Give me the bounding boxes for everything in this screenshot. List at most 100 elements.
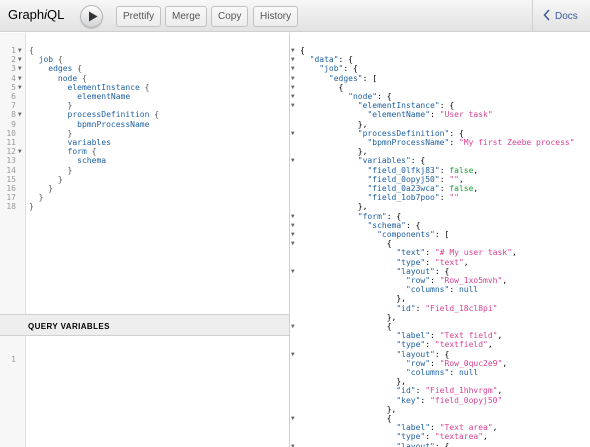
- result-line: "type": "textfield",: [396, 340, 493, 350]
- result-line: "type": "textarea",: [396, 432, 488, 442]
- result-line: "field_1ob7poo": "": [367, 193, 459, 203]
- result-line: "job": {: [319, 64, 358, 74]
- result-line: "columns": null: [405, 368, 479, 377]
- fold-marker-icon[interactable]: ▼: [291, 442, 295, 447]
- result-line: },: [300, 119, 368, 129]
- logo-text-ql: QL: [47, 7, 65, 22]
- query-line: node {: [57, 73, 87, 83]
- query-line: form {: [67, 147, 97, 157]
- result-line: },: [300, 294, 406, 304]
- fold-marker-icon[interactable]: ▼: [291, 156, 295, 165]
- result-line: "form": {: [357, 211, 402, 221]
- query-line: variables: [67, 138, 111, 147]
- query-line: }: [67, 165, 73, 175]
- copy-button[interactable]: Copy: [211, 6, 249, 27]
- history-button[interactable]: History: [253, 6, 299, 27]
- result-line: "field_0a23wca": false,: [367, 184, 479, 193]
- result-line: "schema": {: [367, 220, 421, 230]
- fold-marker-icon[interactable]: ▼: [291, 74, 295, 83]
- docs-button[interactable]: Docs: [532, 0, 590, 32]
- fold-marker-icon[interactable]: ▼: [291, 230, 295, 239]
- result-line: {: [300, 322, 392, 331]
- query-variables-header[interactable]: QUERY VARIABLES: [0, 314, 289, 336]
- query-variables-editor[interactable]: 1: [0, 336, 289, 447]
- fold-marker-icon[interactable]: ▼: [291, 64, 295, 73]
- result-line: "columns": null: [405, 285, 479, 295]
- query-line: elementInstance {: [67, 82, 150, 92]
- fold-marker-icon[interactable]: ▼: [291, 350, 295, 359]
- result-line: {: [300, 46, 305, 55]
- toolbar: GraphiQL Prettify Merge Copy History Doc…: [0, 0, 590, 32]
- query-editor[interactable]: 1 ▼ 2 ▼ 3 ▼ 4 ▼ 5 ▼ 6 7 8 ▼ 9 10 11 12 ▼ 13 14 15 16 17 18 { job…: [0, 33, 289, 314]
- fold-marker-icon[interactable]: ▼: [291, 129, 295, 138]
- fold-marker-icon[interactable]: ▼: [291, 239, 295, 248]
- query-line: schema: [77, 156, 107, 166]
- result-line: "layout": {: [396, 349, 450, 359]
- fold-marker-icon[interactable]: ▼: [291, 267, 295, 276]
- result-line: "elementName": "User task": [367, 110, 493, 120]
- query-line: edges {: [48, 64, 83, 74]
- query-line: }: [48, 184, 54, 193]
- result-line: "id": "Field_18cl8pi": [396, 303, 498, 313]
- fold-marker-icon[interactable]: ▼: [291, 55, 295, 64]
- query-line: job {: [38, 55, 63, 65]
- logo-text-graph: Graph: [8, 7, 45, 22]
- result-line: {: [300, 82, 344, 92]
- result-line: },: [300, 404, 397, 414]
- fold-marker-icon[interactable]: ▼: [291, 83, 295, 92]
- fold-marker-icon[interactable]: ▼: [291, 212, 295, 221]
- result-line: "label": "Text area",: [396, 423, 498, 433]
- result-line: "node": {: [348, 92, 392, 101]
- query-line: }: [67, 128, 73, 138]
- result-gutter: ▼ ▼ ▼ ▼ ▼ ▼ ▼ ▼ ▼ ▼ ▼ ▼ ▼ ▼ ▼ ▼ ▼ ▼: [290, 33, 298, 447]
- variables-gutter: 1: [0, 336, 26, 447]
- prettify-button[interactable]: Prettify: [116, 6, 162, 27]
- play-icon: [89, 11, 98, 22]
- query-line: {: [29, 46, 34, 55]
- result-line: "id": "Field_1hhvrgm",: [396, 386, 503, 396]
- query-line: }: [67, 101, 73, 111]
- editor-pane: 1 ▼ 2 ▼ 3 ▼ 4 ▼ 5 ▼ 6 7 8 ▼ 9 10 11 12 ▼ 13 14 15 16 17 18 { job…: [0, 33, 289, 447]
- result-line: "text": "# My user task",: [396, 248, 517, 258]
- result-line: "field_0lfkj83": false,: [367, 165, 479, 175]
- fold-marker-icon[interactable]: ▼: [291, 101, 295, 110]
- result-line: "type": "text",: [396, 257, 469, 267]
- result-line: "data": {: [309, 55, 353, 65]
- fold-marker-icon[interactable]: ▼: [291, 46, 295, 55]
- result-line: "variables": {: [357, 156, 426, 166]
- graphiql-logo: GraphiQL: [8, 7, 64, 22]
- result-line: "key": "field_0opyj50": [396, 395, 503, 405]
- query-line: elementName: [77, 92, 131, 101]
- result-line: {: [300, 414, 392, 423]
- result-line: "field_0opyj50": "",: [367, 174, 464, 184]
- fold-marker-icon[interactable]: ▼: [291, 414, 295, 423]
- result-line: "row": "Row_1xo5mvh",: [405, 276, 508, 285]
- result-line: "elementInstance": {: [357, 101, 455, 111]
- fold-marker-icon[interactable]: ▼: [291, 322, 295, 331]
- query-gutter: 1 ▼ 2 ▼ 3 ▼ 4 ▼ 5 ▼ 6 7 8 ▼ 9 10 11 12 ▼ 13 14 15 16 17 18: [0, 33, 26, 314]
- query-variables-title: QUERY VARIABLES: [28, 322, 110, 331]
- result-line: "row": "Row_0quc2e9",: [405, 358, 508, 368]
- result-line: "layout": {: [396, 441, 450, 447]
- chevron-left-icon: [543, 9, 550, 21]
- fold-marker-icon[interactable]: ▼: [291, 221, 295, 230]
- result-line: "processDefinition": {: [357, 128, 464, 138]
- result-line: "edges": [: [328, 73, 378, 83]
- query-line: bpmnProcessName: [77, 119, 150, 129]
- result-line: "components": [: [377, 230, 450, 239]
- query-line: }: [29, 202, 34, 212]
- query-line: }: [38, 193, 44, 203]
- result-line: },: [300, 202, 368, 212]
- query-line: }: [57, 174, 63, 184]
- result-line: "layout": {: [396, 266, 450, 276]
- line-number: 1: [11, 355, 16, 364]
- fold-marker-icon[interactable]: ▼: [291, 92, 295, 101]
- result-line: },: [300, 312, 397, 322]
- result-line: },: [300, 147, 368, 157]
- result-line: "label": "Text field",: [396, 331, 503, 341]
- result-line: "bpmnProcessName": "My first Zeebe proce…: [367, 138, 575, 147]
- execute-query-button[interactable]: [80, 5, 103, 28]
- query-line: processDefinition {: [67, 110, 160, 120]
- merge-button[interactable]: Merge: [165, 6, 208, 27]
- docs-label: Docs: [555, 11, 578, 22]
